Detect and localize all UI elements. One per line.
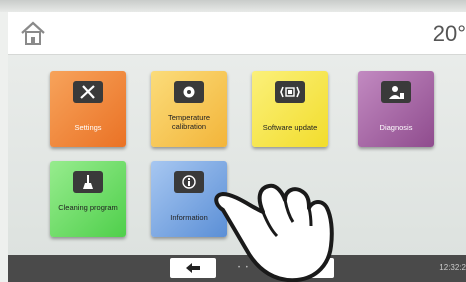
info-icon (174, 171, 204, 193)
tile-label: Cleaning program (58, 203, 118, 212)
diagnosis-tile[interactable]: Diagnosis (358, 71, 434, 147)
tools-icon (73, 81, 103, 103)
tile-label: Settings (74, 123, 102, 132)
arrow-left-icon (186, 263, 200, 273)
software-update-icon (275, 81, 305, 103)
pointing-hand-icon (214, 183, 334, 282)
calibration-icon (174, 81, 204, 103)
software-update-tile[interactable]: Software update (252, 71, 328, 147)
header-bar: 20° (8, 12, 466, 55)
cleaning-icon (73, 171, 103, 193)
cleaning-program-tile[interactable]: Cleaning program (50, 161, 126, 237)
home-icon[interactable] (18, 20, 48, 46)
temperature-calibration-tile[interactable]: Temperature calibration (151, 71, 227, 147)
settings-tile[interactable]: Settings (50, 71, 126, 147)
device-screen: 20° Settings Temperature calibration Sof… (0, 0, 466, 282)
tile-label: Diagnosis (379, 123, 413, 132)
temperature-readout: 20° (432, 21, 466, 46)
tile-label: Temperature calibration (167, 113, 211, 131)
bezel (0, 0, 466, 12)
tile-label: Software update (262, 123, 318, 132)
diagnosis-icon (381, 81, 411, 103)
clock-readout: 12:32:2 (439, 263, 466, 272)
